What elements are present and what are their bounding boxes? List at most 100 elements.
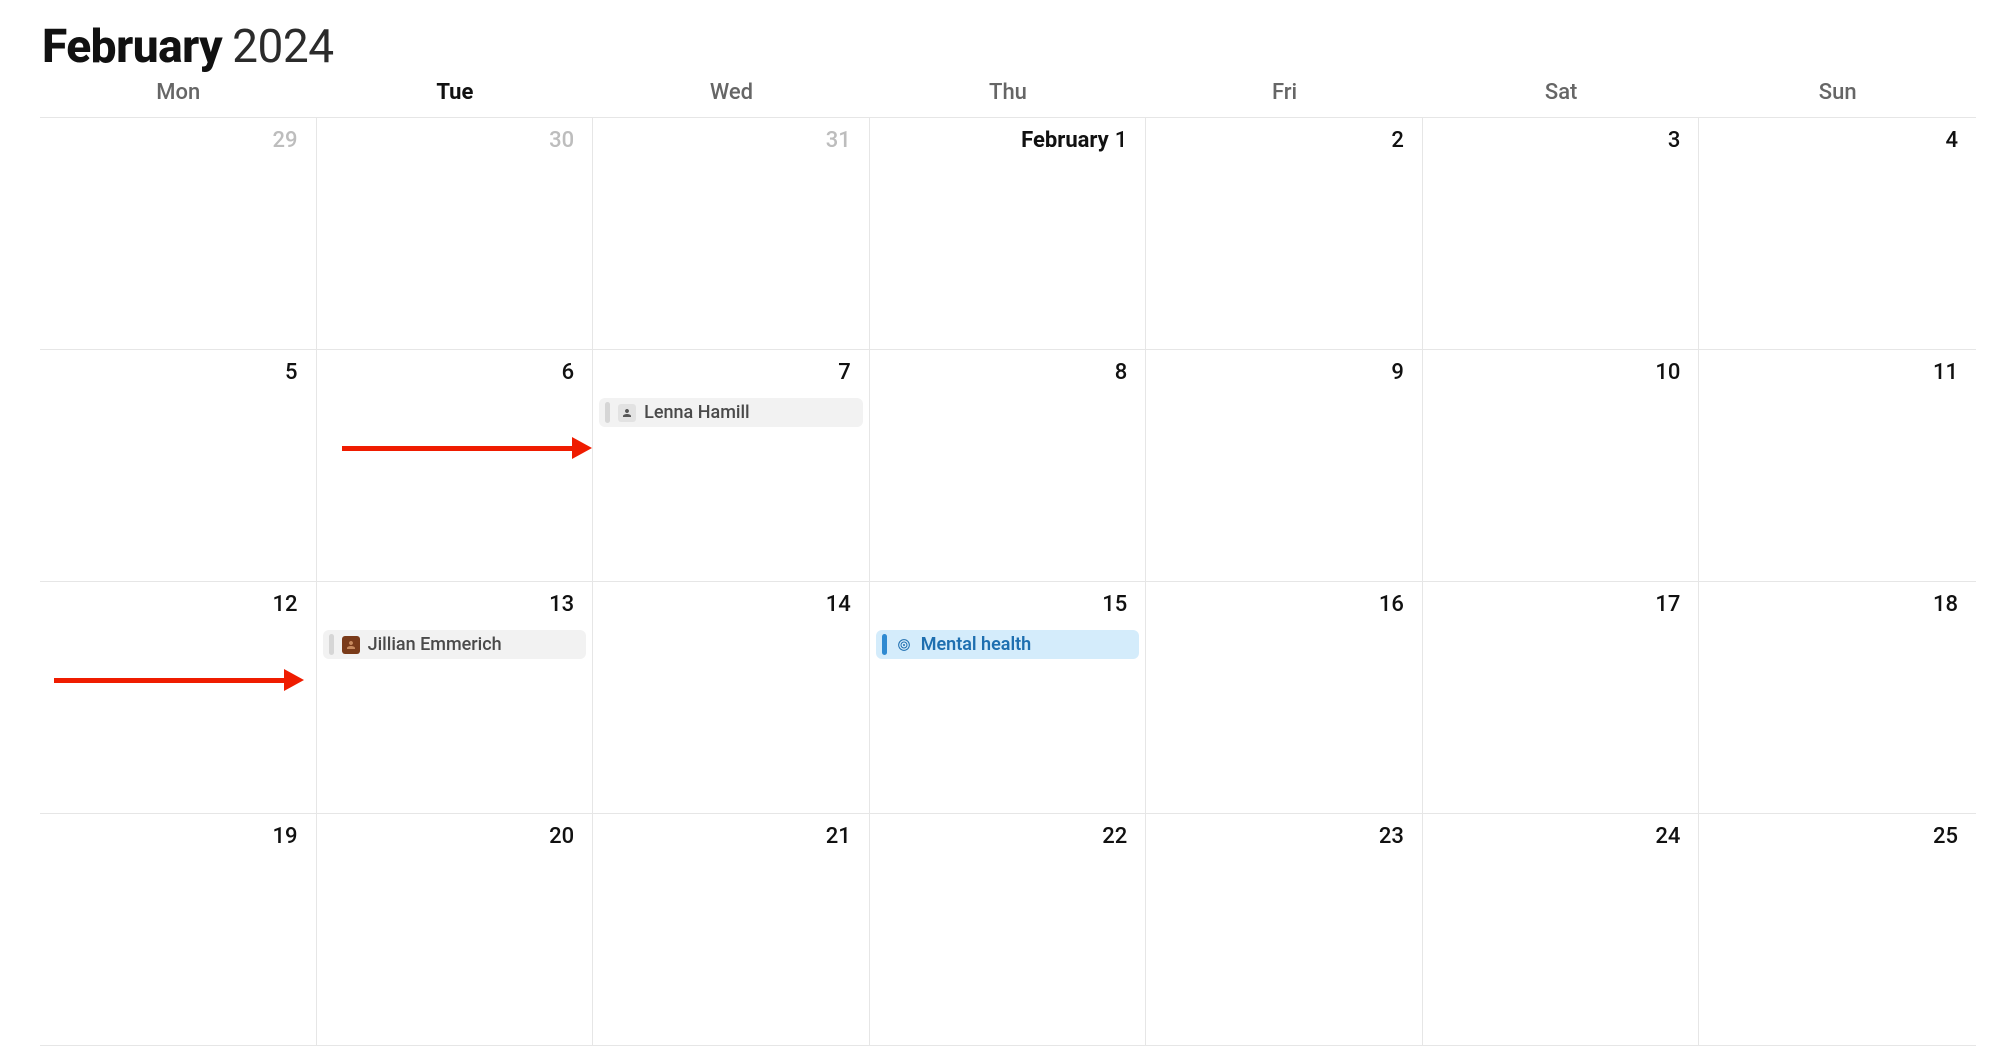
calendar-cell[interactable]: 30: [317, 118, 594, 350]
day-number: 29: [273, 128, 298, 153]
day-number-value: 2: [1391, 128, 1404, 153]
calendar-cell[interactable]: 3: [1423, 118, 1700, 350]
day-number: 10: [1655, 360, 1680, 385]
day-number-value: 8: [1115, 360, 1128, 385]
day-number-value: 13: [549, 592, 574, 617]
day-number-value: 3: [1668, 128, 1681, 153]
weekday-header: MonTueWedThuFriSatSun: [40, 80, 1976, 117]
calendar-cell[interactable]: 31: [593, 118, 870, 350]
calendar-title: February 2024: [40, 20, 1976, 74]
day-number-value: 9: [1391, 360, 1404, 385]
day-number: 9: [1391, 360, 1404, 385]
day-number: 25: [1933, 824, 1958, 849]
event-label: Jillian Emmerich: [368, 634, 502, 655]
calendar-cell[interactable]: 5: [40, 350, 317, 582]
day-number: 14: [826, 592, 851, 617]
day-number-value: 22: [1102, 824, 1127, 849]
person-icon: [342, 636, 360, 654]
day-number-value: 17: [1655, 592, 1680, 617]
calendar-cell[interactable]: 16: [1146, 582, 1423, 814]
day-number: 7: [838, 360, 851, 385]
day-number-value: 10: [1655, 360, 1680, 385]
event-label: Lenna Hamill: [644, 402, 750, 423]
calendar-cell[interactable]: 15 Mental health: [870, 582, 1147, 814]
day-number: 2: [1391, 128, 1404, 153]
day-number: 6: [562, 360, 575, 385]
day-number-value: 15: [1102, 592, 1127, 617]
calendar-cell[interactable]: 25: [1699, 814, 1976, 1046]
day-number-value: 11: [1933, 360, 1958, 385]
weekday-mon: Mon: [40, 80, 317, 105]
day-number: 15: [1102, 592, 1127, 617]
calendar-cell[interactable]: 6: [317, 350, 594, 582]
day-number-value: 23: [1379, 824, 1404, 849]
calendar-cell[interactable]: 29: [40, 118, 317, 350]
day-number: 8: [1115, 360, 1128, 385]
events-container: Lenna Hamill: [599, 398, 863, 427]
target-icon: [895, 636, 913, 654]
day-number: 31: [826, 128, 851, 153]
weekday-thu: Thu: [870, 80, 1147, 105]
day-number-value: 5: [285, 360, 298, 385]
day-number-value: 19: [273, 824, 298, 849]
calendar-cell[interactable]: 8: [870, 350, 1147, 582]
day-number-value: 21: [826, 824, 851, 849]
day-number-value: 30: [549, 128, 574, 153]
day-number-value: 12: [273, 592, 298, 617]
day-number-value: 4: [1945, 128, 1958, 153]
calendar-cell[interactable]: 19: [40, 814, 317, 1046]
day-number-value: 29: [273, 128, 298, 153]
day-number-value: 6: [562, 360, 575, 385]
title-year: 2024: [232, 20, 333, 74]
calendar-cell[interactable]: 10: [1423, 350, 1700, 582]
day-number: 19: [273, 824, 298, 849]
calendar-cell[interactable]: 11: [1699, 350, 1976, 582]
calendar-event[interactable]: Jillian Emmerich: [323, 630, 587, 659]
events-container: Jillian Emmerich: [323, 630, 587, 659]
day-number-value: 24: [1655, 824, 1680, 849]
calendar-cell[interactable]: 14: [593, 582, 870, 814]
day-number: February1: [1021, 128, 1127, 153]
day-number: 4: [1945, 128, 1958, 153]
day-number: 17: [1655, 592, 1680, 617]
calendar-cell[interactable]: 24: [1423, 814, 1700, 1046]
day-number: 24: [1655, 824, 1680, 849]
weekday-fri: Fri: [1146, 80, 1423, 105]
calendar-event[interactable]: Lenna Hamill: [599, 398, 863, 427]
events-container: Mental health: [876, 630, 1140, 659]
calendar-cell[interactable]: 21: [593, 814, 870, 1046]
day-number-value: 18: [1933, 592, 1958, 617]
day-number-value: 1: [1115, 128, 1128, 153]
month-prefix: February: [1021, 128, 1109, 153]
title-month: February: [42, 20, 222, 74]
calendar-cell[interactable]: 13 Jillian Emmerich: [317, 582, 594, 814]
calendar-cell[interactable]: 7 Lenna Hamill: [593, 350, 870, 582]
day-number: 11: [1933, 360, 1958, 385]
day-number: 23: [1379, 824, 1404, 849]
calendar-cell[interactable]: February1: [870, 118, 1147, 350]
calendar-event[interactable]: Mental health: [876, 630, 1140, 659]
day-number: 18: [1933, 592, 1958, 617]
weekday-wed: Wed: [593, 80, 870, 105]
calendar-cell[interactable]: 12: [40, 582, 317, 814]
calendar-cell[interactable]: 18: [1699, 582, 1976, 814]
day-number-value: 20: [549, 824, 574, 849]
calendar-cell[interactable]: 23: [1146, 814, 1423, 1046]
calendar-cell[interactable]: 17: [1423, 582, 1700, 814]
calendar-cell[interactable]: 20: [317, 814, 594, 1046]
day-number: 30: [549, 128, 574, 153]
day-number: 16: [1379, 592, 1404, 617]
weekday-sat: Sat: [1423, 80, 1700, 105]
calendar-cell[interactable]: 2: [1146, 118, 1423, 350]
day-number: 13: [549, 592, 574, 617]
day-number: 22: [1102, 824, 1127, 849]
calendar-cell[interactable]: 22: [870, 814, 1147, 1046]
day-number-value: 16: [1379, 592, 1404, 617]
day-number: 21: [826, 824, 851, 849]
event-label: Mental health: [921, 634, 1032, 655]
day-number: 3: [1668, 128, 1681, 153]
weekday-tue: Tue: [317, 80, 594, 105]
calendar-cell[interactable]: 9: [1146, 350, 1423, 582]
day-number-value: 7: [838, 360, 851, 385]
calendar-cell[interactable]: 4: [1699, 118, 1976, 350]
